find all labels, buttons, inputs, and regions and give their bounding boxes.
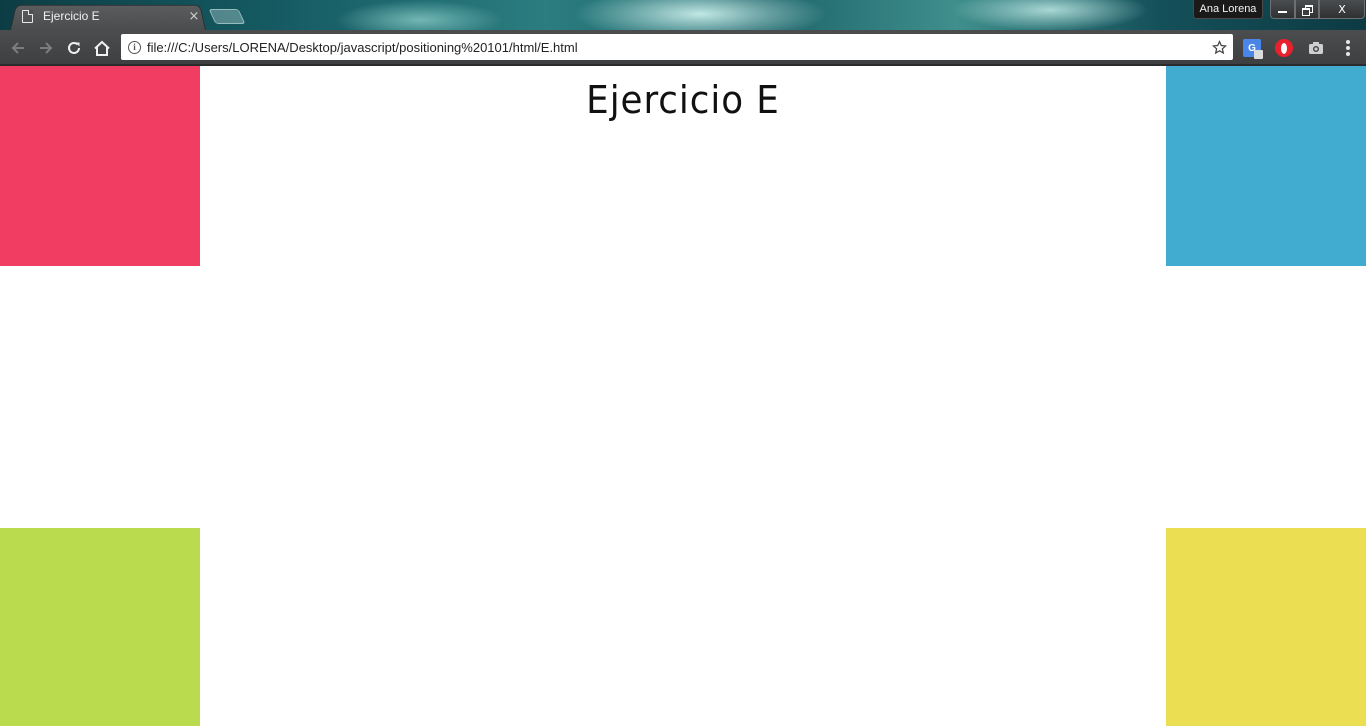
profile-button[interactable]: Ana Lorena xyxy=(1193,0,1263,19)
bottom-left-box xyxy=(0,528,200,726)
forward-arrow-icon xyxy=(40,42,53,54)
minimize-button[interactable] xyxy=(1270,0,1295,19)
address-bar[interactable]: i file:///C:/Users/LORENA/Desktop/javasc… xyxy=(121,34,1233,60)
browser-toolbar: i file:///C:/Users/LORENA/Desktop/javasc… xyxy=(0,30,1366,66)
google-translate-icon[interactable]: G xyxy=(1243,39,1263,59)
tab-close-icon[interactable]: × xyxy=(186,9,202,24)
close-window-button[interactable]: X xyxy=(1319,0,1365,19)
page-title: Ejercicio E xyxy=(586,78,780,122)
info-icon[interactable]: i xyxy=(128,40,141,54)
minimize-icon xyxy=(1278,11,1287,13)
menu-dots-icon[interactable] xyxy=(1340,39,1356,57)
page-viewport: Ejercicio E xyxy=(0,66,1366,726)
tab-title: Ejercicio E xyxy=(43,9,100,23)
back-arrow-icon xyxy=(11,42,24,54)
forward-button[interactable] xyxy=(35,37,57,59)
home-icon xyxy=(94,40,110,56)
document-icon xyxy=(22,9,33,23)
camera-icon[interactable] xyxy=(1307,39,1325,57)
opera-icon[interactable] xyxy=(1275,39,1293,57)
reload-button[interactable] xyxy=(63,37,85,59)
window-titlebar: Ejercicio E × Ana Lorena X xyxy=(0,0,1366,30)
restore-icon xyxy=(1302,4,1313,16)
new-tab-button[interactable] xyxy=(208,9,246,24)
browser-tab[interactable]: Ejercicio E × xyxy=(22,6,202,26)
restore-button[interactable] xyxy=(1295,0,1319,19)
bookmark-star-icon[interactable] xyxy=(1207,35,1231,59)
home-button[interactable] xyxy=(91,37,113,59)
back-button[interactable] xyxy=(7,37,29,59)
reload-icon xyxy=(68,41,80,54)
url-text[interactable]: file:///C:/Users/LORENA/Desktop/javascri… xyxy=(147,40,1207,55)
bottom-right-box xyxy=(1166,528,1366,726)
